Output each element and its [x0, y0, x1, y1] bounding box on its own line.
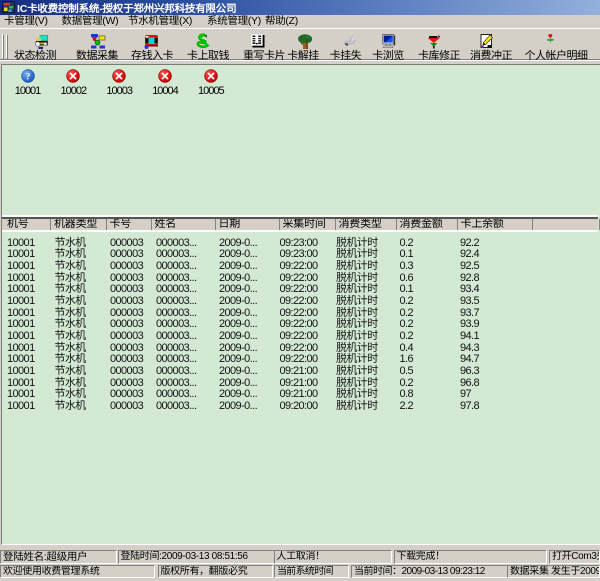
svg-text:?: ?: [25, 72, 30, 82]
